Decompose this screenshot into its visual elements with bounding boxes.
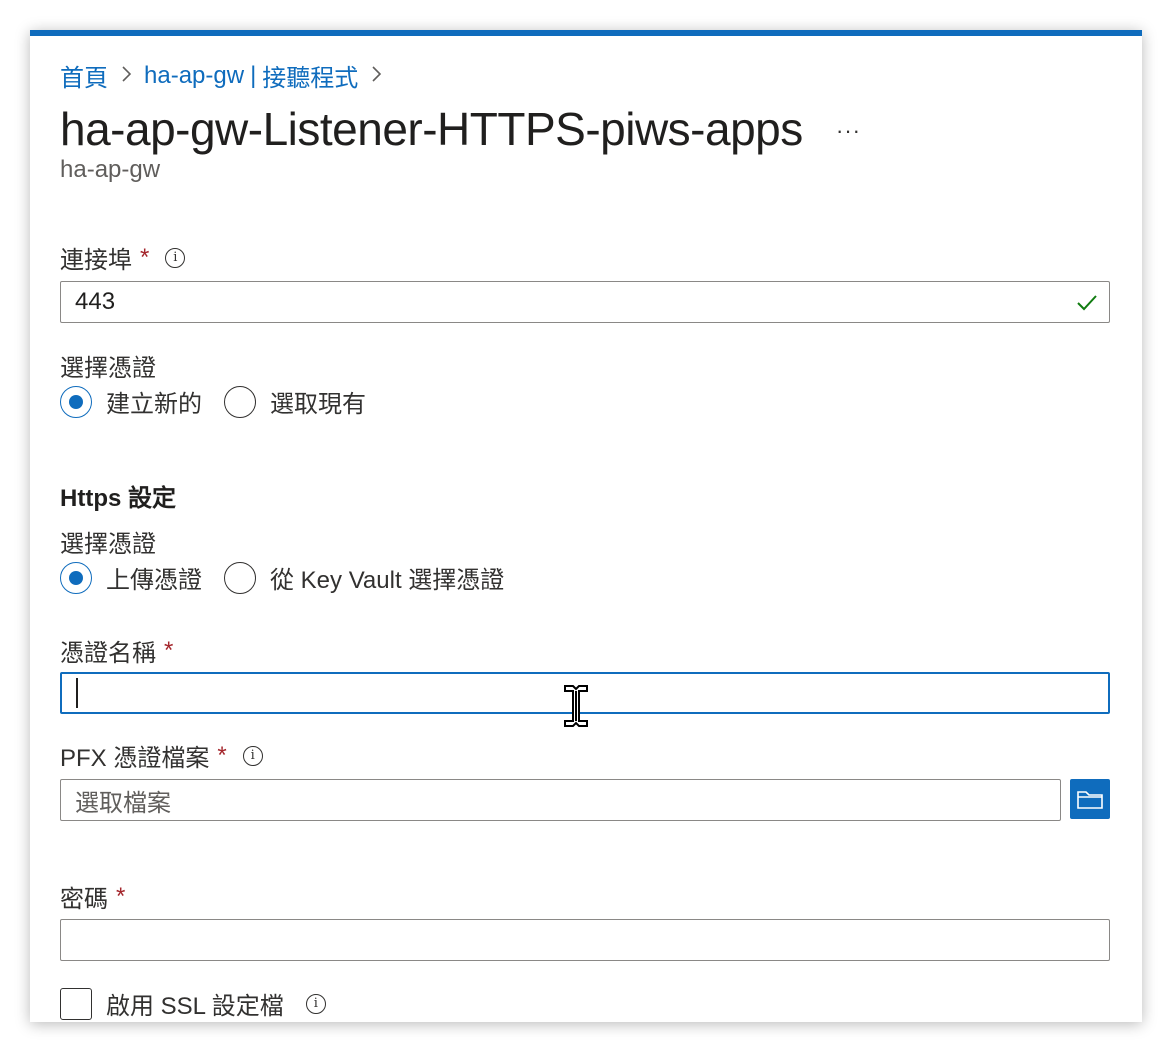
breadcrumb-section-link[interactable]: 接聽程式 — [262, 58, 358, 93]
radio-key-vault-certificate[interactable] — [224, 561, 256, 594]
listener-panel: 首頁 ha-ap-gw | 接聽程式 ha-ap-gw-Listener-HTT… — [30, 30, 1142, 1022]
https-certificate-choice-label: 選擇憑證 — [60, 531, 156, 558]
pfx-file-label-row: PFX 憑證檔案 * i — [60, 738, 263, 773]
ssl-profile-checkbox[interactable] — [60, 987, 92, 1020]
port-input-value: 443 — [75, 288, 116, 315]
https-certificate-choice-group: 上傳憑證 從 Key Vault 選擇憑證 — [60, 560, 526, 595]
breadcrumb: 首頁 ha-ap-gw | 接聽程式 — [60, 58, 394, 93]
more-options-button[interactable]: ··· — [836, 118, 861, 144]
https-settings-heading: Https 設定 — [60, 485, 176, 512]
radio-create-new[interactable] — [60, 385, 92, 418]
radio-upload-certificate-label[interactable]: 上傳憑證 — [106, 560, 202, 595]
radio-key-vault-certificate-label[interactable]: 從 Key Vault 選擇憑證 — [270, 560, 504, 595]
ssl-profile-label[interactable]: 啟用 SSL 設定檔 — [106, 986, 284, 1021]
info-icon[interactable]: i — [305, 993, 326, 1014]
chevron-right-icon — [120, 63, 132, 89]
pfx-file-label: PFX 憑證檔案 — [60, 745, 210, 772]
certificate-choice-group: 建立新的 選取現有 — [60, 384, 388, 419]
page-subtitle: ha-ap-gw — [60, 156, 161, 183]
chevron-right-icon — [370, 63, 382, 89]
radio-upload-certificate[interactable] — [60, 561, 92, 594]
radio-selected-dot — [69, 394, 83, 409]
text-caret — [76, 678, 78, 708]
info-icon[interactable]: i — [242, 745, 263, 766]
ssl-profile-row: 啟用 SSL 設定檔 i — [60, 986, 326, 1021]
folder-icon — [1077, 791, 1103, 809]
port-label-row: 連接埠 * i — [60, 240, 186, 275]
required-mark: * — [164, 636, 174, 664]
certificate-choice-label: 選擇憑證 — [60, 355, 156, 382]
breadcrumb-separator: | — [250, 61, 257, 89]
cert-name-label: 憑證名稱 — [60, 640, 156, 667]
text-cursor-icon — [562, 684, 590, 733]
password-label-row: 密碼 * — [60, 879, 125, 914]
radio-select-existing[interactable] — [224, 385, 256, 418]
browse-file-button[interactable] — [1070, 779, 1110, 819]
info-icon[interactable]: i — [165, 247, 186, 268]
pfx-file-placeholder: 選取檔案 — [75, 789, 171, 817]
password-input[interactable] — [60, 919, 1110, 961]
required-mark: * — [116, 882, 126, 910]
breadcrumb-home-link[interactable]: 首頁 — [60, 58, 108, 93]
port-label: 連接埠 — [60, 247, 132, 274]
checkmark-icon — [1075, 290, 1099, 321]
pfx-file-input[interactable]: 選取檔案 — [60, 779, 1061, 821]
required-mark: * — [140, 243, 150, 271]
breadcrumb-resource-link[interactable]: ha-ap-gw — [144, 62, 244, 90]
password-label: 密碼 — [60, 886, 108, 913]
cert-name-label-row: 憑證名稱 * — [60, 633, 173, 668]
radio-selected-dot — [69, 570, 83, 585]
page-title: ha-ap-gw-Listener-HTTPS-piws-apps — [60, 103, 803, 155]
radio-create-new-label[interactable]: 建立新的 — [106, 384, 202, 419]
required-mark: * — [217, 741, 227, 769]
radio-select-existing-label[interactable]: 選取現有 — [270, 384, 366, 419]
port-input[interactable]: 443 — [60, 281, 1110, 323]
